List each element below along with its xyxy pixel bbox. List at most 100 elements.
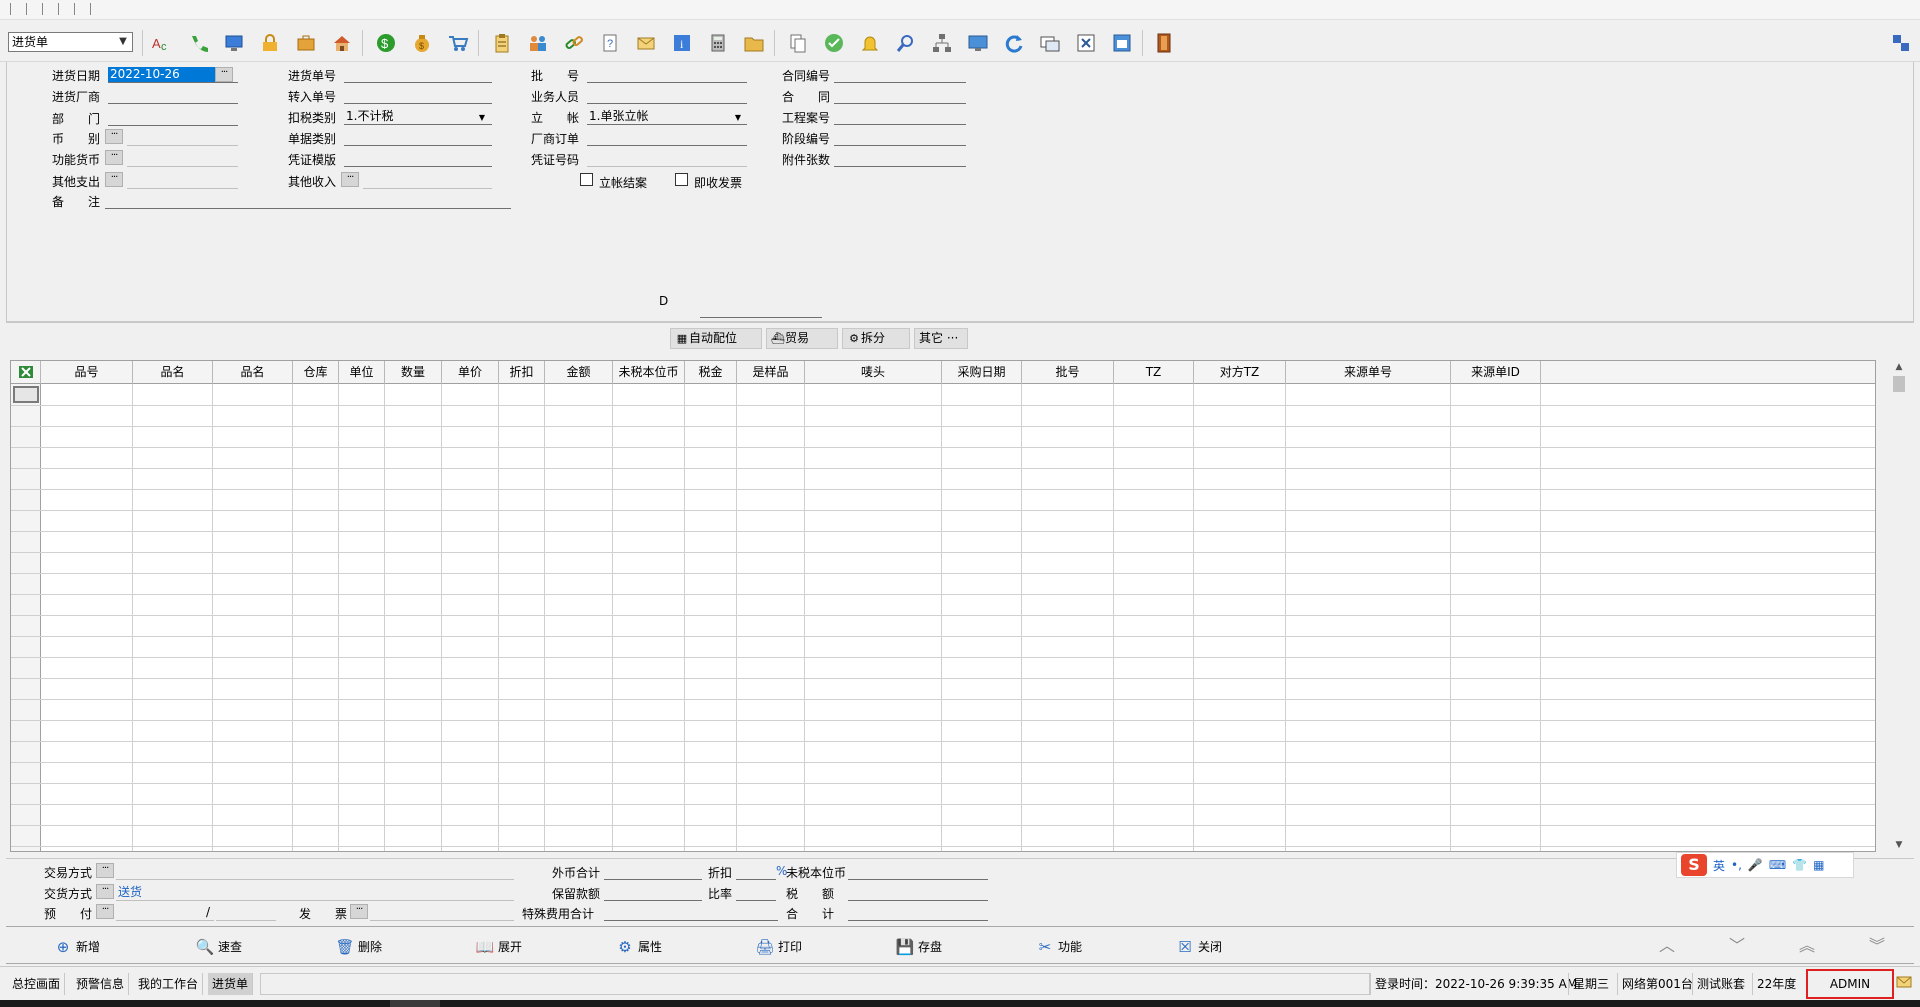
- scroll-thumb[interactable]: [1893, 376, 1905, 392]
- column-header[interactable]: 采购日期: [942, 361, 1022, 384]
- column-header[interactable]: 来源单号: [1286, 361, 1451, 384]
- other-income-field[interactable]: [363, 173, 492, 189]
- phone-icon[interactable]: [186, 31, 210, 55]
- invoice-field[interactable]: [370, 905, 514, 921]
- refresh-icon[interactable]: [1002, 31, 1026, 55]
- delete-button[interactable]: 🗑 删除: [335, 937, 382, 957]
- column-header[interactable]: 数量: [385, 361, 442, 384]
- chevron-down-icon[interactable]: ﹀: [1726, 937, 1748, 955]
- check-circle-icon[interactable]: [822, 31, 846, 55]
- batch-no-field[interactable]: [587, 67, 747, 83]
- vendor-order-field[interactable]: [587, 130, 747, 146]
- tab-workbench[interactable]: 我的工作台: [134, 973, 204, 995]
- column-header[interactable]: 对方TZ: [1194, 361, 1286, 384]
- link-icon[interactable]: [562, 31, 586, 55]
- split-button[interactable]: ⚙ 拆分: [842, 328, 910, 349]
- tab-alerts[interactable]: 预警信息: [72, 973, 130, 995]
- functional-currency-field[interactable]: [127, 151, 238, 167]
- column-header[interactable]: 仓库: [293, 361, 339, 384]
- trade-method-field[interactable]: [116, 864, 514, 880]
- org-chart-icon[interactable]: [930, 31, 954, 55]
- project-no-field[interactable]: [834, 109, 966, 125]
- save-button[interactable]: 💾 存盘: [896, 937, 942, 957]
- monitor-icon[interactable]: [966, 31, 990, 55]
- voucher-template-field[interactable]: [344, 151, 492, 167]
- calculator-icon[interactable]: [706, 31, 730, 55]
- column-header[interactable]: 单价: [442, 361, 499, 384]
- lock-icon[interactable]: [258, 31, 282, 55]
- search-button[interactable]: 🔍 速查: [196, 937, 242, 957]
- other-expense-field[interactable]: [127, 173, 238, 189]
- chevron-down-icon[interactable]: ▼: [116, 35, 130, 49]
- dollar-icon[interactable]: $: [374, 31, 398, 55]
- doc-category-field[interactable]: [344, 130, 492, 146]
- tab-purchase-order[interactable]: 进货单: [208, 973, 254, 995]
- invoice-now-checkbox[interactable]: [675, 173, 688, 186]
- close-window-icon[interactable]: [1074, 31, 1098, 55]
- close-account-checkbox[interactable]: [580, 173, 593, 186]
- folder-icon[interactable]: [742, 31, 766, 55]
- excel-export-icon[interactable]: [11, 361, 41, 384]
- grid-body[interactable]: [11, 384, 1875, 851]
- money-bag-icon[interactable]: $: [410, 31, 434, 55]
- invoice-picker-button[interactable]: ···: [350, 904, 368, 919]
- spell-check-icon[interactable]: Ac: [150, 31, 174, 55]
- column-header[interactable]: 唛头: [805, 361, 942, 384]
- currency-field[interactable]: [127, 130, 238, 146]
- close-button[interactable]: ☒ 关闭: [1176, 937, 1222, 957]
- attachments-field[interactable]: [834, 151, 966, 167]
- scroll-up-icon[interactable]: ▲: [1890, 360, 1908, 374]
- ime-language[interactable]: 英: [1713, 857, 1725, 874]
- column-header[interactable]: 单位: [339, 361, 385, 384]
- column-header[interactable]: 是样品: [737, 361, 805, 384]
- column-header[interactable]: 税金: [685, 361, 737, 384]
- other-button[interactable]: 其它 ···: [914, 328, 968, 349]
- ime-punctuation[interactable]: •,: [1731, 858, 1742, 872]
- users-icon[interactable]: [526, 31, 550, 55]
- currency-picker-button[interactable]: ···: [105, 129, 123, 144]
- column-header[interactable]: 品名: [213, 361, 293, 384]
- remark-field[interactable]: [105, 193, 511, 209]
- items-grid[interactable]: 品号 品名 品名 仓库 单位 数量 单价 折扣 金额 未税本位币 税金 是样品 唛头 采购日期 批号 TZ 对方…: [10, 360, 1876, 852]
- trade-method-picker-button[interactable]: ···: [96, 863, 114, 878]
- column-header[interactable]: TZ: [1114, 361, 1194, 384]
- contract-no-field[interactable]: [834, 67, 966, 83]
- double-chevron-down-icon[interactable]: ︾: [1866, 937, 1888, 955]
- retention-field[interactable]: [604, 885, 702, 901]
- account-select[interactable]: 1.单张立帐: [587, 109, 747, 125]
- cart-icon[interactable]: [446, 31, 470, 55]
- scroll-down-icon[interactable]: ▼: [1890, 838, 1908, 852]
- d-field[interactable]: [700, 302, 822, 318]
- prepay-field[interactable]: [116, 905, 214, 921]
- bell-icon[interactable]: [858, 31, 882, 55]
- other-expense-picker-button[interactable]: ···: [105, 172, 123, 187]
- current-row-indicator[interactable]: [13, 386, 39, 403]
- auto-alloc-button[interactable]: ▦ 自动配位: [670, 328, 762, 349]
- briefcase-icon[interactable]: [294, 31, 318, 55]
- prepay-field-2[interactable]: [216, 905, 276, 921]
- restore-window-icon[interactable]: [1110, 31, 1134, 55]
- department-field[interactable]: [108, 110, 238, 126]
- column-header[interactable]: 折扣: [499, 361, 545, 384]
- double-chevron-up-icon[interactable]: ︽: [1796, 937, 1818, 955]
- magnifier-icon[interactable]: [894, 31, 918, 55]
- prepay-picker-button[interactable]: ···: [96, 904, 114, 919]
- rate-field[interactable]: [736, 885, 776, 901]
- import-no-field[interactable]: [344, 88, 492, 104]
- voucher-no-field[interactable]: [587, 151, 747, 167]
- column-header[interactable]: 品号: [41, 361, 133, 384]
- tab-control-panel[interactable]: 总控画面: [8, 973, 66, 995]
- expand-button[interactable]: 📖 展开: [476, 937, 522, 957]
- layout-icon[interactable]: [1892, 34, 1910, 52]
- discount-field[interactable]: [736, 864, 776, 880]
- ime-toolbar[interactable]: S 英 •, 🎤 ⌨ 👕 ▦: [1676, 852, 1854, 878]
- vendor-field[interactable]: [108, 88, 238, 104]
- row-header-column[interactable]: [11, 384, 41, 851]
- computer-icon[interactable]: [222, 31, 246, 55]
- chevron-up-icon[interactable]: ︿: [1656, 937, 1678, 955]
- exit-door-icon[interactable]: [1152, 31, 1176, 55]
- trade-button[interactable]: ⛴贸易: [766, 328, 838, 349]
- purchase-no-field[interactable]: [344, 67, 492, 83]
- other-income-picker-button[interactable]: ···: [341, 172, 359, 187]
- help-document-icon[interactable]: ?: [598, 31, 622, 55]
